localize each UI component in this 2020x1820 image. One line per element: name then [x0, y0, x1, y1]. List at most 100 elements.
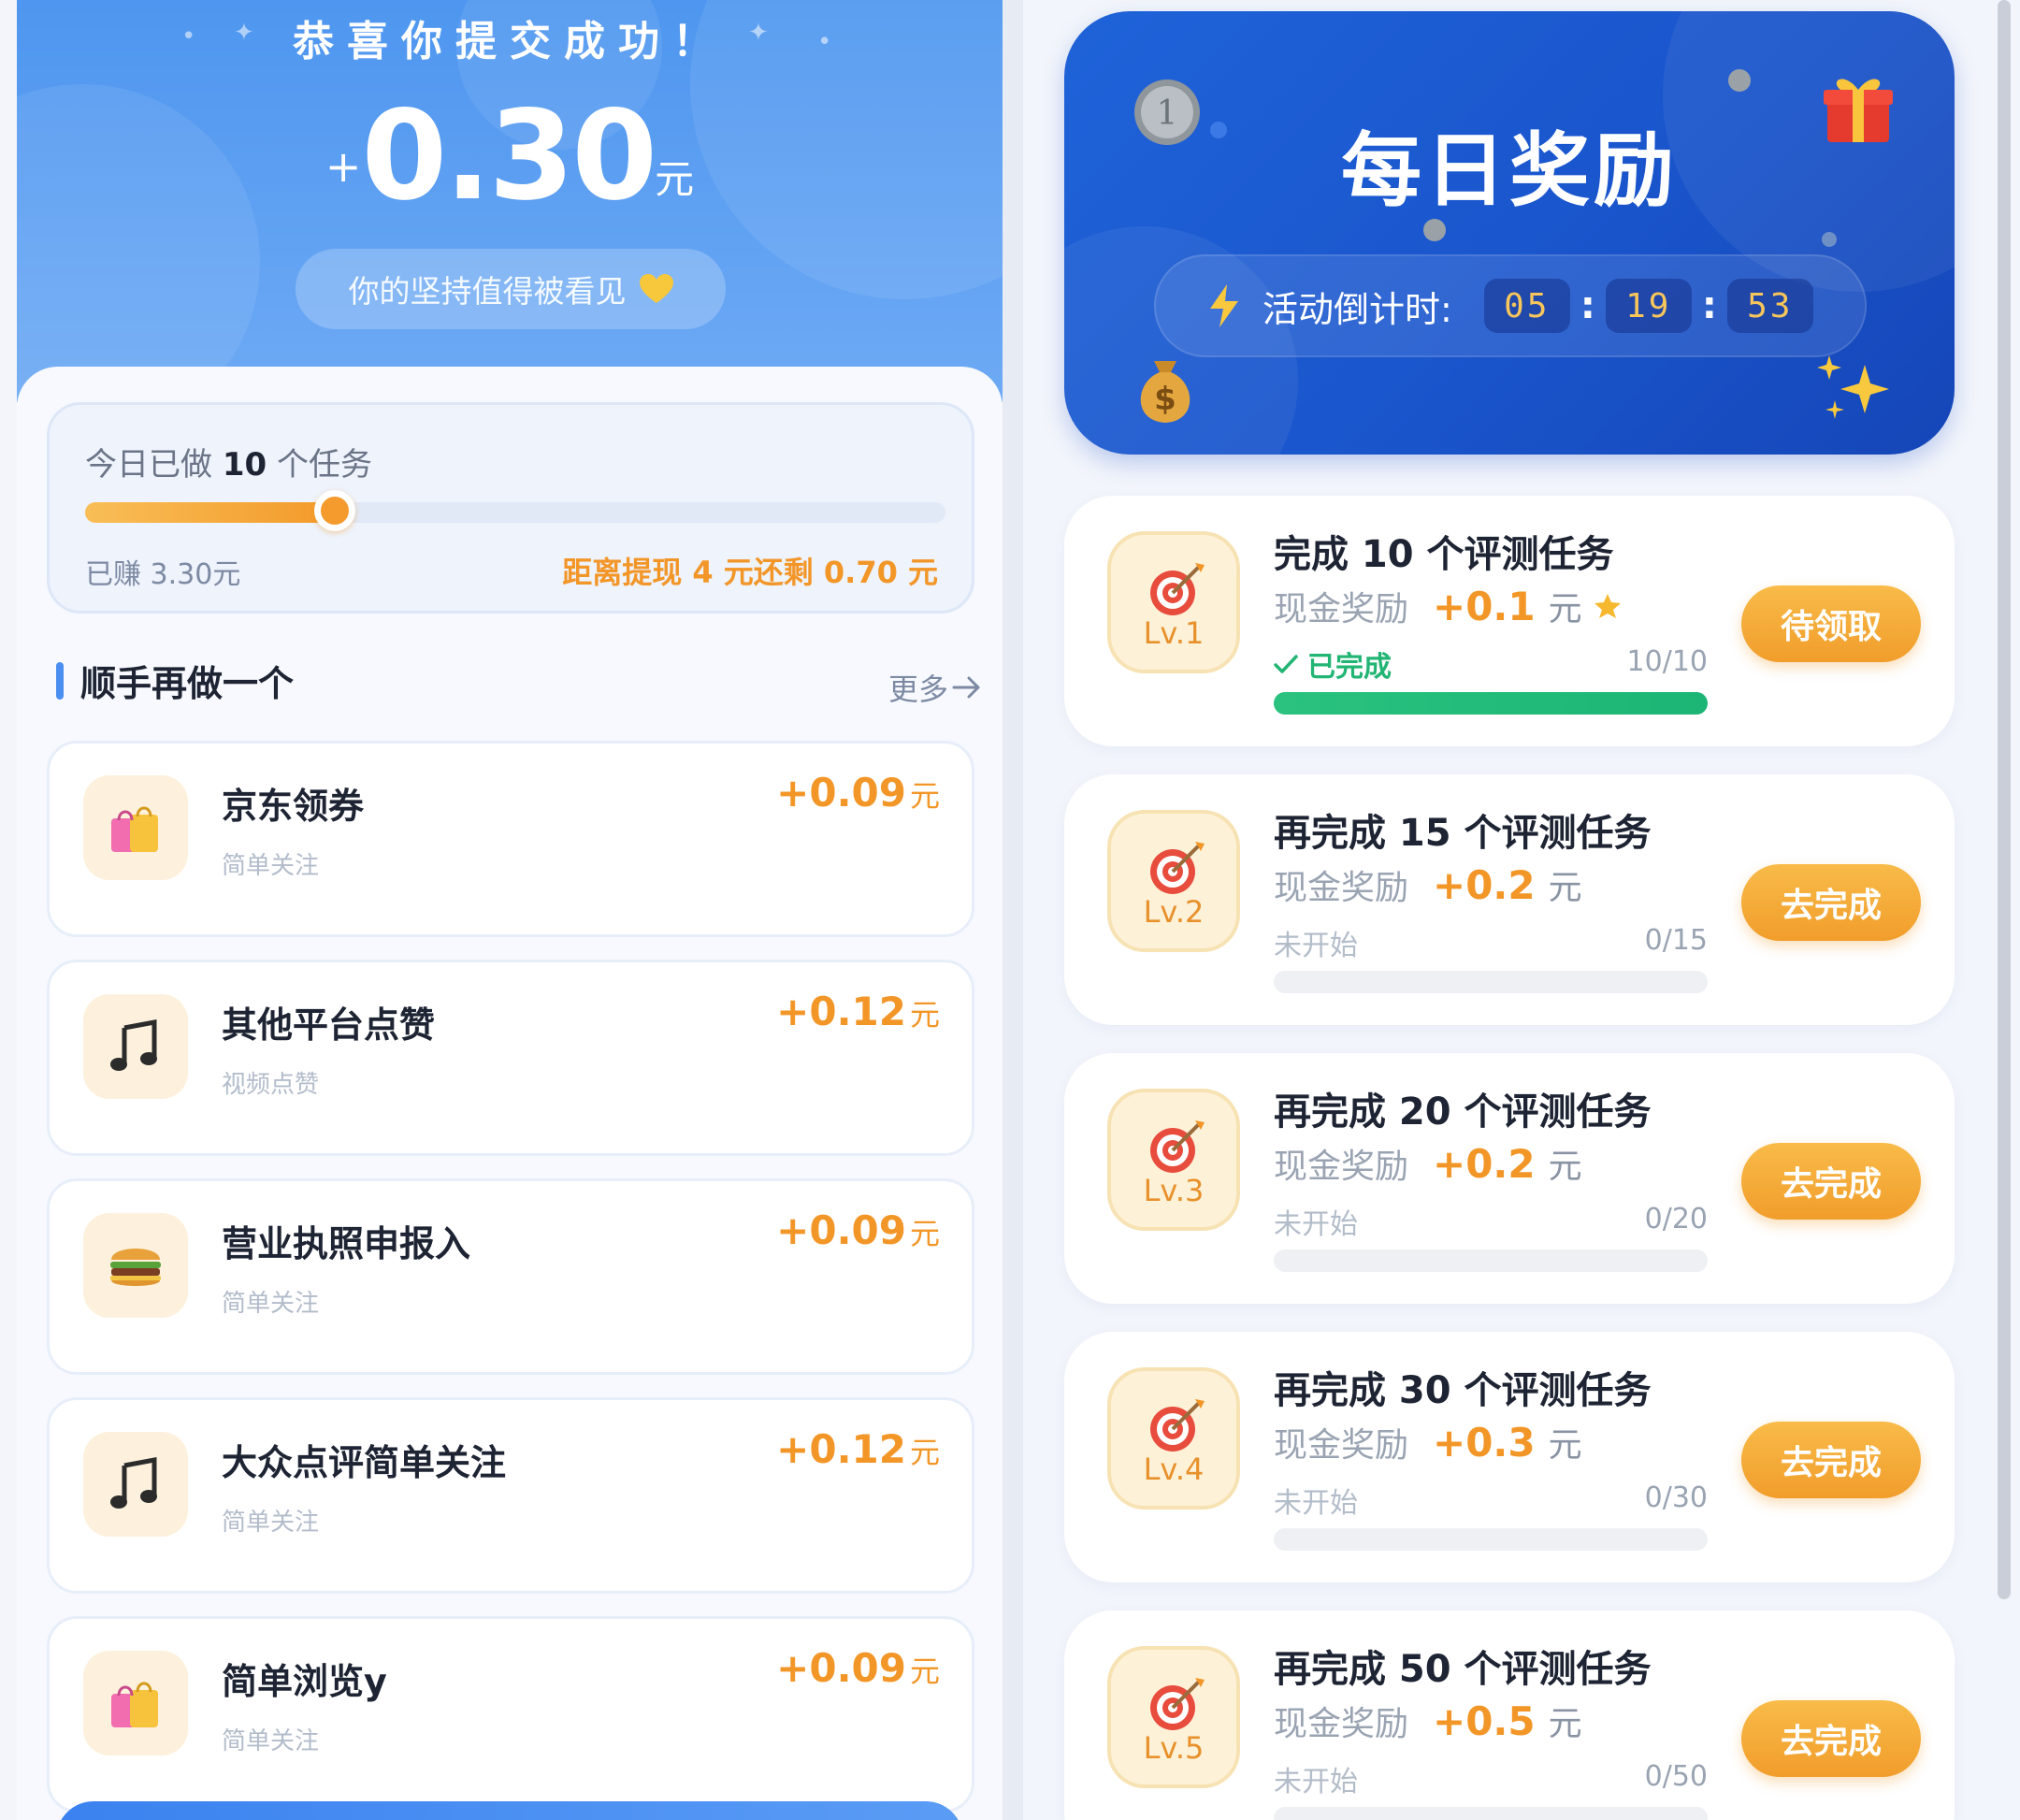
task-name: 大众点评简单关注	[222, 1442, 507, 1483]
progress-knob	[313, 490, 355, 531]
target-icon	[1150, 842, 1205, 894]
level-progress-bar	[1274, 692, 1708, 715]
level-reward: 现金奖励 +0.3 元	[1274, 1420, 1582, 1466]
go-complete-button[interactable]: 去完成	[1741, 864, 1921, 941]
level-count: 0/30	[1644, 1481, 1708, 1514]
more-link[interactable]: 更多	[888, 666, 982, 709]
progress-title: 今日已做 10 个任务	[85, 446, 372, 484]
money-bag-icon: $	[1140, 361, 1190, 423]
daily-reward-banner: 1 $ 每日奖励 活动倒计时: 05 : 19 : 53	[1064, 11, 1955, 455]
submit-success-panel: • ✦ ✦ • 恭喜你提交成功！ +0.30元 你的坚持值得被看见 今日已做 1…	[17, 0, 1003, 1820]
progress-track	[85, 490, 945, 531]
task-card[interactable]: 大众点评简单关注 简单关注 +0.12 元	[47, 1397, 974, 1594]
go-complete-button[interactable]: 去完成	[1741, 1143, 1921, 1220]
recommend-section-header: 顺手再做一个 更多	[56, 655, 982, 711]
level-card-3: Lv.3 再完成 20 个评测任务 现金奖励 +0.2 元 未开始 0/20 去…	[1064, 1053, 1955, 1304]
music-note-icon	[83, 1432, 188, 1537]
task-reward: +0.12 元	[776, 989, 940, 1034]
shopping-bags-icon	[83, 1651, 188, 1755]
target-icon	[1150, 1120, 1205, 1173]
level-badge: Lv.5	[1107, 1646, 1240, 1788]
task-name: 其他平台点赞	[222, 1004, 436, 1046]
level-progress-fill	[1274, 692, 1708, 715]
target-icon	[1150, 563, 1205, 615]
task-reward: +0.12 元	[776, 1426, 940, 1472]
task-card[interactable]: 简单浏览y 简单关注 +0.09 元	[47, 1616, 974, 1813]
encourage-pill: 你的坚持值得被看见	[296, 249, 726, 329]
reward-amount: +0.30元	[325, 84, 695, 228]
level-progress-bar	[1274, 1528, 1708, 1551]
target-icon	[1150, 1399, 1205, 1452]
countdown-separator: :	[1580, 284, 1595, 327]
level-card-4: Lv.4 再完成 30 个评测任务 现金奖励 +0.3 元 未开始 0/30 去…	[1064, 1332, 1955, 1582]
level-count: 0/20	[1644, 1203, 1708, 1235]
yellow-heart-icon	[639, 274, 673, 303]
level-reward: 现金奖励 +0.5 元	[1274, 1698, 1582, 1744]
level-title: 再完成 30 个评测任务	[1274, 1369, 1652, 1412]
countdown-separator: :	[1701, 284, 1717, 327]
bottom-action-button[interactable]	[56, 1801, 963, 1820]
daily-reward-panel: 1 $ 每日奖励 活动倒计时: 05 : 19 : 53 Lv.1 完成 10 …	[1023, 0, 2020, 1820]
countdown-minutes: 19	[1605, 279, 1692, 333]
sparkle-icon	[1817, 355, 1889, 419]
task-type: 简单关注	[222, 1509, 320, 1537]
task-reward: +0.09 元	[776, 1645, 940, 1691]
success-hero: • ✦ ✦ • 恭喜你提交成功！ +0.30元 你的坚持值得被看见	[17, 0, 1003, 402]
claim-button[interactable]: 待领取	[1741, 585, 1921, 662]
level-title: 再完成 15 个评测任务	[1274, 812, 1652, 855]
task-card[interactable]: 其他平台点赞 视频点赞 +0.12 元	[47, 960, 974, 1156]
level-badge: Lv.4	[1107, 1367, 1240, 1509]
screenshot: • ✦ ✦ • 恭喜你提交成功！ +0.30元 你的坚持值得被看见 今日已做 1…	[0, 0, 2020, 1820]
level-progress-bar	[1274, 971, 1708, 993]
shopping-bags-icon	[83, 775, 188, 880]
go-complete-button[interactable]: 去完成	[1741, 1422, 1921, 1498]
level-badge: Lv.2	[1107, 810, 1240, 952]
level-card-1: Lv.1 完成 10 个评测任务 现金奖励 +0.1 元 已完成 10/10 待…	[1064, 496, 1955, 746]
section-title: 顺手再做一个	[80, 663, 295, 704]
level-card-5: Lv.5 再完成 50 个评测任务 现金奖励 +0.5 元 未开始 0/50 去…	[1064, 1611, 1955, 1820]
section-accent-bar	[56, 662, 64, 700]
level-title: 再完成 50 个评测任务	[1274, 1648, 1652, 1691]
level-badge: Lv.1	[1107, 531, 1240, 673]
level-title: 完成 10 个评测任务	[1274, 533, 1614, 576]
screen-divider	[1003, 0, 1023, 1820]
task-reward: +0.09 元	[776, 770, 940, 816]
success-title: 恭喜你提交成功！	[293, 18, 727, 65]
countdown-label: 活动倒计时:	[1262, 288, 1452, 330]
level-count: 10/10	[1626, 645, 1708, 678]
progress-fill	[85, 502, 335, 523]
lightning-icon	[1210, 284, 1238, 327]
task-name: 营业执照申报入	[222, 1223, 471, 1264]
go-complete-button[interactable]: 去完成	[1741, 1700, 1921, 1777]
task-card[interactable]: 京东领券 简单关注 +0.09 元	[47, 741, 974, 937]
svg-text:$: $	[1154, 381, 1176, 418]
daily-progress-card: 今日已做 10 个任务 已赚 3.30元 距离提现 4 元还剩 0.70 元	[47, 402, 974, 614]
level-title: 再完成 20 个评测任务	[1274, 1091, 1652, 1134]
level-count: 0/15	[1644, 924, 1708, 957]
task-type: 简单关注	[222, 1290, 320, 1318]
level-badge: Lv.3	[1107, 1089, 1240, 1231]
task-type: 视频点赞	[222, 1071, 320, 1099]
star-icon	[1594, 594, 1621, 618]
scrollbar[interactable]	[1998, 0, 2011, 1599]
target-icon	[1150, 1678, 1205, 1730]
task-name: 京东领券	[222, 786, 365, 827]
task-name: 简单浏览y	[222, 1661, 387, 1702]
countdown-pill: 活动倒计时: 05 : 19 : 53	[1154, 254, 1867, 357]
level-reward: 现金奖励 +0.2 元	[1274, 862, 1582, 908]
level-progress-bar	[1274, 1807, 1708, 1820]
countdown-hours: 05	[1483, 279, 1570, 333]
remaining-text: 距离提现 4 元还剩 0.70 元	[562, 555, 938, 590]
banner-title: 每日奖励	[1341, 124, 1678, 218]
task-type: 简单关注	[222, 1727, 320, 1755]
level-card-2: Lv.2 再完成 15 个评测任务 现金奖励 +0.2 元 未开始 0/15 去…	[1064, 774, 1955, 1025]
level-reward: 现金奖励 +0.1 元	[1274, 582, 1622, 630]
burger-icon	[83, 1213, 188, 1318]
arrow-right-icon	[952, 676, 980, 699]
level-reward: 现金奖励 +0.2 元	[1274, 1141, 1582, 1187]
countdown-seconds: 53	[1726, 279, 1813, 333]
task-card[interactable]: 营业执照申报入 简单关注 +0.09 元	[47, 1178, 974, 1375]
earned-text: 已赚 3.30元	[85, 558, 241, 591]
level-progress-bar	[1274, 1249, 1708, 1272]
task-type: 简单关注	[222, 852, 320, 880]
